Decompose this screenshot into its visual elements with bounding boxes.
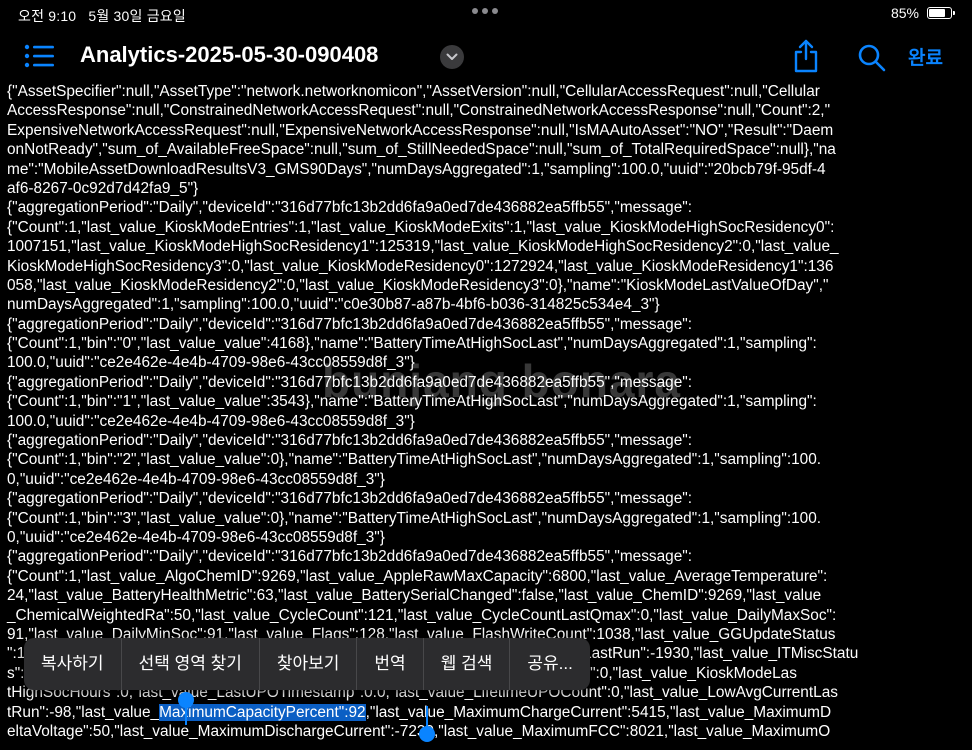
battery-indicator: 85% — [890, 5, 955, 21]
share-menu-item[interactable]: 공유... — [510, 638, 589, 690]
text-line[interactable]: {"aggregationPeriod":"Daily","deviceId":… — [7, 198, 967, 217]
text-line[interactable]: {"aggregationPeriod":"Daily","deviceId":… — [7, 431, 967, 450]
text-line[interactable]: 1007151,"last_value_KioskModeHighSocResi… — [7, 237, 967, 256]
selection-end-handle[interactable] — [419, 726, 435, 742]
selection-end-bar — [426, 706, 428, 728]
text-line[interactable]: KioskModeHighSocResidency3":0,"last_valu… — [7, 257, 967, 276]
selection-start-handle[interactable] — [178, 692, 194, 708]
text-line[interactable]: 100.0,"uuid":"ce2e462e-4e4b-4709-98e6-43… — [7, 412, 967, 431]
text-line[interactable]: {"aggregationPeriod":"Daily","deviceId":… — [7, 547, 967, 566]
text-line[interactable]: AccessResponse":null,"ConstrainedNetwork… — [7, 101, 967, 120]
translate-menu-item[interactable]: 번역 — [357, 638, 424, 690]
text-before-selection[interactable]: tRun":-98,"last_value_ — [7, 704, 159, 721]
list-menu-button[interactable] — [24, 42, 56, 70]
text-line[interactable]: 058,"last_value_KioskModeResidency2":0,"… — [7, 276, 967, 295]
document-title[interactable]: Analytics-2025-05-30-090408 — [80, 42, 378, 68]
find-selection-menu-item[interactable]: 선택 영역 찾기 — [122, 638, 260, 690]
share-icon — [794, 39, 818, 73]
multitasking-dots-icon[interactable] — [472, 8, 498, 14]
title-menu-button[interactable] — [440, 45, 464, 69]
text-line[interactable]: {"Count":1,"bin":"2","last_value_value":… — [7, 450, 967, 469]
text-line[interactable]: 0,"uuid":"ce2e462e-4e4b-4709-98e6-43cc08… — [7, 470, 967, 489]
text-line[interactable]: _ChemicalWeightedRa":50,"last_value_Cycl… — [7, 606, 967, 625]
text-line[interactable]: {"Count":1,"last_value_AlgoChemID":9269,… — [7, 567, 967, 586]
text-line[interactable]: numDaysAggregated":1,"sampling":100.0,"u… — [7, 295, 967, 314]
copy-menu-item[interactable]: 복사하기 — [24, 638, 122, 690]
text-line[interactable]: {"Count":1,"bin":"3","last_value_value":… — [7, 509, 967, 528]
text-line[interactable]: {"Count":1,"last_value_KioskModeEntries"… — [7, 218, 967, 237]
text-line[interactable]: af6-8267-0c92d7d42fa9_5"} — [7, 179, 967, 198]
battery-icon — [927, 7, 955, 19]
status-time-date: 오전 9:10 5월 30일 금요일 — [18, 6, 194, 26]
text-line[interactable]: onNotReady","sum_of_AvailableFreeSpace":… — [7, 140, 967, 159]
text-line[interactable]: {"aggregationPeriod":"Daily","deviceId":… — [7, 315, 967, 334]
search-icon — [858, 44, 886, 72]
text-after-selection[interactable]: ,"last_value_MaximumChargeCurrent":5415,… — [366, 704, 831, 721]
chevron-down-icon — [446, 53, 458, 60]
text-line[interactable]: {"Count":1,"bin":"0","last_value_value":… — [7, 334, 967, 353]
text-line[interactable]: eltaVoltage":50,"last_value_MaximumDisch… — [7, 722, 967, 741]
text-line[interactable]: me":"MobileAssetDownloadResultsV3_GMS90D… — [7, 160, 967, 179]
status-date: 5월 30일 금요일 — [88, 8, 186, 24]
status-bar: 오전 9:10 5월 30일 금요일 85% — [0, 0, 972, 28]
nav-bar: Analytics-2025-05-30-090408 완료 — [0, 28, 972, 84]
look-up-menu-item[interactable]: 찾아보기 — [260, 638, 358, 690]
share-button[interactable] — [790, 38, 822, 74]
text-line[interactable]: 24,"last_value_BatteryHealthMetric":63,"… — [7, 586, 967, 605]
status-time: 오전 9:10 — [18, 8, 77, 24]
text-line[interactable]: ExpensiveNetworkAccessRequest":null,"Exp… — [7, 121, 967, 140]
text-line[interactable]: 0,"uuid":"ce2e462e-4e4b-4709-98e6-43cc08… — [7, 528, 967, 547]
text-line[interactable]: {"aggregationPeriod":"Daily","deviceId":… — [7, 489, 967, 508]
text-selection-menu: 복사하기 선택 영역 찾기 찾아보기 번역 웹 검색 공유... — [24, 638, 590, 690]
web-search-menu-item[interactable]: 웹 검색 — [424, 638, 511, 690]
search-button[interactable] — [856, 42, 888, 74]
battery-percent: 85% — [890, 5, 919, 21]
text-line-with-selection[interactable]: tRun":-98,"last_value_MaximumCapacityPer… — [7, 703, 967, 722]
text-line[interactable]: {"AssetSpecifier":null,"AssetType":"netw… — [7, 82, 967, 101]
list-icon — [24, 44, 54, 68]
watermark-text: bunjang bonara — [322, 355, 681, 407]
done-button[interactable]: 완료 — [908, 43, 943, 70]
